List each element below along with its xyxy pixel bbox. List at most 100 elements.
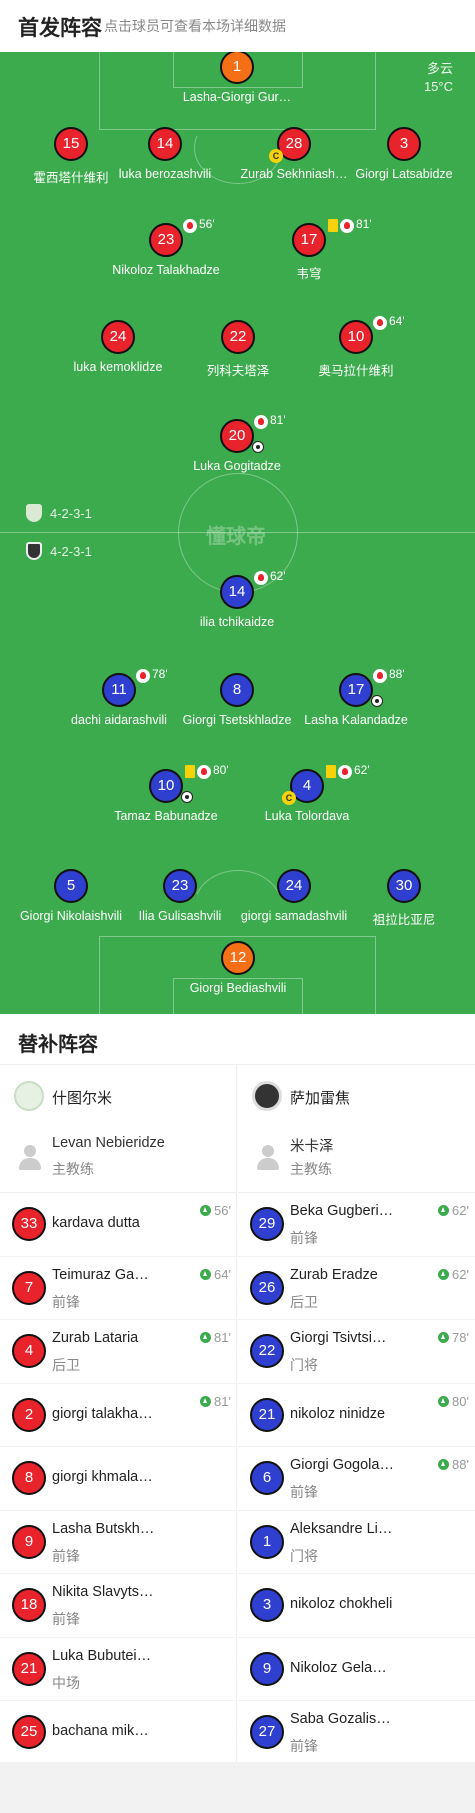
substitute-row[interactable]: 18 Nikita Slavyts… 前锋 — [0, 1574, 237, 1638]
home-player-9[interactable]: 10 奥马拉什维利 64' — [291, 314, 421, 386]
substitute-row[interactable]: 1 Aleksandre Li… 门将 — [238, 1511, 475, 1574]
substitute-name: Beka Gugberi… — [290, 1203, 394, 1219]
player-name: 列科夫塔泽 — [206, 364, 270, 378]
home-player-0[interactable]: 1 Lasha-Giorgi Gur… — [172, 52, 302, 116]
substitute-name: giorgi talakha… — [52, 1405, 153, 1422]
substitute-row[interactable]: 9 Nikoloz Gela… — [238, 1638, 475, 1701]
jersey-number: 1 — [250, 1524, 284, 1559]
substitute-row[interactable]: 4 Zurab Lataria 后卫 81' — [0, 1320, 237, 1384]
page-subtitle: 点击球员可查看本场详细数据 — [104, 18, 286, 34]
jersey-number: 20 — [220, 419, 254, 453]
home-player-6[interactable]: 17 韦穹 81' — [244, 217, 374, 289]
away-team-row[interactable]: 萨加雷焦 — [238, 1065, 475, 1127]
substitute-name: kardava dutta — [52, 1215, 140, 1231]
jersey-number: 25 — [12, 1715, 46, 1749]
coach-name: 米卡泽 — [290, 1139, 334, 1155]
lineup-header: 首发阵容 点击球员可查看本场详细数据 — [0, 0, 475, 52]
away-player-5[interactable]: 4 Luka Tolordava 62' C — [242, 763, 372, 835]
substitute-row[interactable]: 6 Giorgi Gogola… 前锋 88' — [238, 1447, 475, 1511]
jersey-number: 9 — [12, 1524, 46, 1559]
away-player-9[interactable]: 30 祖拉比亚尼 — [339, 869, 469, 935]
substitution-time: 62' — [354, 763, 370, 777]
jersey-number: 9 — [250, 1651, 284, 1686]
substitute-name: Zurab Eradze — [290, 1266, 378, 1283]
substitute-row[interactable]: 25 bachana mik… — [0, 1701, 237, 1765]
home-player-2[interactable]: 14 luka berozashvili — [100, 127, 230, 193]
jersey-number: 29 — [250, 1207, 284, 1241]
away-player-7[interactable]: 23 Ilia Gulisashvili — [115, 869, 245, 935]
substitute-row[interactable]: 29 Beka Gugberi… 前锋 62' — [238, 1193, 475, 1257]
away-player-2[interactable]: 8 Giorgi Tsetskhladze — [172, 673, 302, 739]
away-player-10[interactable]: 12 Giorgi Bediashvili — [173, 941, 303, 1007]
substitution-time: 81' — [356, 217, 372, 231]
home-team-logo-icon — [14, 1081, 44, 1111]
away-player-1[interactable]: 11 dachi aidarashvili 78' — [54, 667, 184, 739]
substitute-position: 后卫 — [52, 1357, 80, 1373]
weather-condition: 多云 — [426, 61, 453, 76]
jersey-number: 23 — [163, 869, 197, 903]
jersey-number: 22 — [250, 1334, 284, 1368]
substitute-row[interactable]: 26 Zurab Eradze 后卫 62' — [238, 1257, 475, 1320]
home-player-5[interactable]: 23 Nikoloz Talakhadze 56' — [101, 217, 231, 289]
substitute-name: Giorgi Tsivtsi… — [290, 1330, 387, 1346]
substitute-row[interactable]: 21 Luka Bubutei… 中场 — [0, 1638, 237, 1701]
substitute-position: 门将 — [290, 1357, 318, 1373]
coach-role: 主教练 — [52, 1161, 94, 1177]
player-name: Lasha-Giorgi Gur… — [182, 90, 292, 104]
substitute-name: Nikoloz Gela… — [290, 1659, 387, 1676]
jersey-number: 1 — [220, 52, 254, 84]
home-coach-row[interactable]: Levan Nebieridze 主教练 — [0, 1127, 237, 1193]
substitution-in: 78' — [438, 1330, 469, 1345]
substitute-row[interactable]: 21 nikoloz ninidze 80' — [238, 1384, 475, 1447]
substitute-row[interactable]: 33 kardava dutta 56' — [0, 1193, 237, 1257]
sub-in-arrow-icon — [200, 1268, 212, 1280]
substitutes-title: 替补阵容 — [18, 1034, 98, 1056]
home-team-row[interactable]: 什图尔米 — [0, 1065, 237, 1127]
substitute-name: Zurab Lataria — [52, 1330, 139, 1346]
substitute-name: nikoloz chokheli — [290, 1596, 393, 1612]
yellow-card-icon — [326, 765, 336, 778]
substitute-row[interactable]: 2 giorgi talakha… 81' — [0, 1384, 237, 1447]
substitute-row[interactable]: 8 giorgi khmala… — [0, 1447, 237, 1511]
jersey-number: 12 — [221, 941, 255, 975]
substitute-name: Nikita Slavyts… — [52, 1584, 154, 1600]
substitute-position: 前锋 — [290, 1484, 318, 1500]
away-player-4[interactable]: 10 Tamaz Babunadze 80' — [101, 763, 231, 835]
substitute-row[interactable]: 9 Lasha Butskh… 前锋 — [0, 1511, 237, 1574]
home-player-10[interactable]: 20 Luka Gogitadze 81' — [172, 413, 302, 485]
home-player-7[interactable]: 24 luka kemoklidze — [53, 320, 183, 386]
goal-ball-icon — [252, 441, 264, 453]
away-player-0[interactable]: 14 ilia tchikaidze 62' — [172, 569, 302, 641]
away-coach-row[interactable]: 米卡泽 主教练 — [238, 1127, 475, 1193]
substitution-in: 80' — [438, 1394, 469, 1409]
jersey-number: 30 — [387, 869, 421, 903]
substitute-name: Aleksandre Li… — [290, 1520, 393, 1537]
player-name: 奥马拉什维利 — [318, 364, 394, 378]
substitute-row[interactable]: 3 nikoloz chokheli — [238, 1574, 475, 1638]
substitution-time: 78' — [152, 667, 168, 681]
watermark-logo: 懂球帝 — [206, 526, 266, 548]
jersey-number: 24 — [101, 320, 135, 354]
substitution-out-icon — [340, 219, 354, 233]
home-player-8[interactable]: 22 列科夫塔泽 — [173, 320, 303, 386]
substitution-out-icon — [136, 669, 150, 683]
jersey-number: 10 — [339, 320, 373, 354]
substitute-position: 前锋 — [290, 1230, 318, 1246]
jersey-number: 8 — [12, 1461, 46, 1495]
jersey-number: 3 — [387, 127, 421, 161]
substitute-row[interactable]: 27 Saba Gozalis… 前锋 — [238, 1701, 475, 1765]
substitute-position: 前锋 — [290, 1738, 318, 1754]
yellow-card-icon — [185, 765, 195, 778]
player-name: dachi aidarashvili — [71, 713, 167, 727]
home-player-4[interactable]: 3 Giorgi Latsabidze — [339, 127, 469, 193]
substitute-position: 前锋 — [52, 1547, 80, 1564]
substitute-row[interactable]: 7 Teimuraz Ga… 前锋 64' — [0, 1257, 237, 1320]
substitute-position: 中场 — [52, 1674, 80, 1691]
away-subs-column: 萨加雷焦 米卡泽 主教练 29 Beka Gugberi… 前锋 62' 26 Zurab… — [238, 1065, 475, 1765]
substitute-position: 门将 — [290, 1547, 318, 1564]
substitute-row[interactable]: 22 Giorgi Tsivtsi… 门将 78' — [238, 1320, 475, 1384]
substitution-out-icon — [197, 765, 211, 779]
goal-ball-icon — [181, 791, 193, 803]
away-player-3[interactable]: 17 Lasha Kalandadze 88' — [291, 667, 421, 739]
jersey-number: 24 — [277, 869, 311, 903]
